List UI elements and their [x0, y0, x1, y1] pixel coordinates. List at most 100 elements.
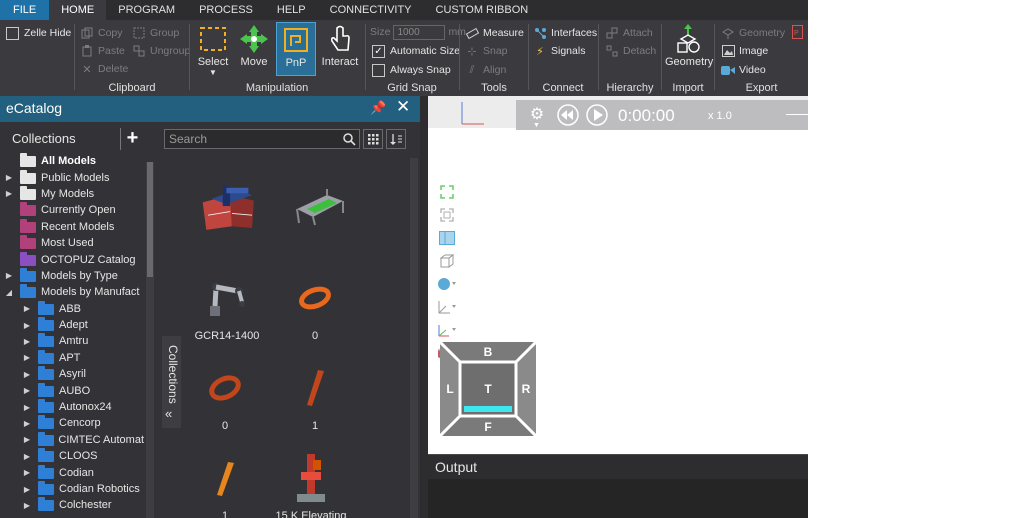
expand-arrow-icon[interactable]: ▶ [22, 353, 32, 362]
collection-item[interactable]: Most Used [0, 235, 144, 251]
expand-arrow-icon[interactable]: ▶ [22, 501, 32, 510]
collection-item[interactable]: All Models [0, 153, 144, 169]
grid-view-button[interactable] [363, 129, 383, 149]
copy-button[interactable]: Copy [80, 24, 123, 42]
interfaces-button[interactable]: Interfaces [533, 24, 597, 42]
ungroup-button[interactable]: Ungroup [132, 42, 190, 60]
measure-button[interactable]: Measure [465, 24, 524, 42]
collection-item[interactable]: ▶ Colchester [0, 497, 144, 513]
expand-arrow-icon[interactable]: ▶ [22, 419, 32, 428]
view-layout-icon[interactable] [436, 226, 458, 249]
menu-tab-custom-ribbon[interactable]: CUSTOM RIBBON [424, 0, 541, 20]
pdf-icon[interactable]: P [792, 25, 804, 42]
expand-arrow-icon[interactable]: ◢ [4, 288, 14, 297]
expand-arrow-icon[interactable]: ▶ [4, 173, 14, 182]
collection-item[interactable]: ▶ Cencorp [0, 415, 144, 431]
sort-button[interactable] [386, 129, 406, 149]
model-item[interactable]: 15 K Elevating [266, 448, 356, 518]
move-button[interactable]: Move [234, 22, 274, 76]
align-button[interactable]: ⫽ Align [465, 61, 507, 79]
collection-item[interactable]: ▶ Autonox24 [0, 399, 144, 415]
export-image-button[interactable]: Image [721, 42, 768, 60]
collection-item[interactable]: ▶ My Models [0, 185, 144, 202]
collection-item[interactable]: Currently Open [0, 202, 144, 218]
pnp-button[interactable]: PnP [276, 22, 316, 76]
fit-selection-icon[interactable] [436, 203, 458, 226]
import-geometry-button[interactable]: Geometry [665, 22, 713, 76]
axes-icon[interactable] [436, 295, 458, 318]
3d-viewport[interactable]: ⚙ ▼ 0:00:00 x 1.0 B L T R F [428, 96, 808, 448]
model-item[interactable]: 1 [180, 448, 270, 518]
model-item[interactable]: 0 [270, 268, 360, 342]
model-item[interactable] [276, 177, 366, 239]
collection-item[interactable]: ▶ Adept [0, 317, 144, 333]
collection-item[interactable]: ▶ AUBO [0, 382, 144, 398]
automatic-size-checkbox[interactable]: ✓ Automatic Size [372, 42, 460, 60]
signals-button[interactable]: ⚡ Signals [533, 42, 585, 60]
menu-tab-home[interactable]: HOME [49, 0, 107, 20]
close-icon[interactable]: ✕ [396, 97, 410, 117]
expand-arrow-icon[interactable]: ▶ [22, 337, 32, 346]
expand-arrow-icon[interactable]: ▶ [22, 485, 32, 494]
play-icon[interactable] [585, 103, 609, 127]
collection-item[interactable]: ▶ Amtru [0, 333, 144, 349]
zelle-hide-checkbox[interactable]: Zelle Hide [6, 24, 71, 42]
collection-item[interactable]: ▶ APT [0, 349, 144, 366]
select-button[interactable]: Select ▼ [193, 22, 233, 77]
simulation-speed[interactable]: x 1.0 [708, 110, 732, 122]
collections-scrollbar[interactable] [146, 162, 154, 518]
attach-button[interactable]: Attach [605, 24, 653, 42]
collection-item[interactable]: Recent Models [0, 218, 144, 235]
panel-divider[interactable] [420, 96, 428, 518]
menu-tab-help[interactable]: HELP [265, 0, 318, 20]
menu-tab-connectivity[interactable]: CONNECTIVITY [318, 0, 424, 20]
expand-arrow-icon[interactable]: ▶ [22, 321, 32, 330]
collection-item[interactable]: ▶ Codian Robotics [0, 481, 144, 497]
rewind-icon[interactable] [556, 103, 580, 127]
model-item[interactable] [186, 177, 276, 239]
group-button[interactable]: Group [132, 24, 179, 42]
model-item[interactable]: GCR14-1400 [182, 268, 272, 342]
box-view-icon[interactable] [436, 249, 458, 272]
collection-item[interactable]: ▶ CIMTEC Automat [0, 431, 144, 448]
grid-size-input[interactable]: 1000 [393, 24, 446, 40]
model-item[interactable]: 0 [180, 358, 270, 432]
detach-button[interactable]: Detach [605, 42, 656, 60]
menu-tab-file[interactable]: FILE [0, 0, 50, 20]
collection-item[interactable]: ▶ Codian [0, 464, 144, 480]
export-video-button[interactable]: Video [721, 61, 766, 79]
collection-item[interactable]: ▶ Models by Type [0, 267, 144, 284]
expand-arrow-icon[interactable]: ▶ [22, 403, 32, 412]
search-input[interactable] [165, 130, 341, 148]
scrollbar-thumb[interactable] [147, 162, 153, 277]
collections-side-tab-label[interactable]: Collections [166, 345, 180, 404]
view-cube[interactable]: B L T R F [440, 342, 536, 436]
fit-all-icon[interactable] [436, 180, 458, 203]
dropdown-arrow-icon[interactable]: ▼ [533, 122, 540, 129]
expand-arrow-icon[interactable]: ▶ [22, 370, 32, 379]
expand-arrow-icon[interactable]: ▶ [22, 468, 32, 477]
expand-arrow-icon[interactable]: ▶ [22, 435, 32, 444]
collection-item[interactable]: ▶ CLOOS [0, 448, 144, 464]
menu-tab-process[interactable]: PROCESS [187, 0, 265, 20]
expand-arrow-icon[interactable]: ▶ [4, 271, 14, 280]
collection-item[interactable]: ▶ ABB [0, 300, 144, 317]
double-chevron-left-icon[interactable]: « [165, 406, 172, 421]
paste-button[interactable]: Paste [80, 42, 125, 60]
always-snap-checkbox[interactable]: Always Snap [372, 61, 451, 79]
globe-view-icon[interactable] [436, 272, 458, 295]
expand-arrow-icon[interactable]: ▶ [22, 386, 32, 395]
add-collection-button[interactable]: + [120, 128, 144, 150]
collection-item[interactable]: ◢ Models by Manufact [0, 284, 144, 300]
interact-button[interactable]: Interact [320, 22, 360, 76]
speed-slider[interactable] [786, 114, 808, 115]
collection-item[interactable]: ▶ Public Models [0, 169, 144, 185]
pin-icon[interactable]: 📌 [370, 100, 386, 116]
expand-arrow-icon[interactable]: ▶ [22, 304, 32, 313]
delete-button[interactable]: ✕ Delete [80, 60, 128, 78]
models-scrollbar[interactable] [410, 158, 418, 518]
gear-icon[interactable]: ⚙ [528, 105, 546, 123]
snap-button[interactable]: ⊹ Snap [465, 42, 507, 60]
export-geometry-button[interactable]: Geometry [721, 24, 785, 42]
collection-item[interactable]: OCTOPUZ Catalog [0, 251, 144, 267]
